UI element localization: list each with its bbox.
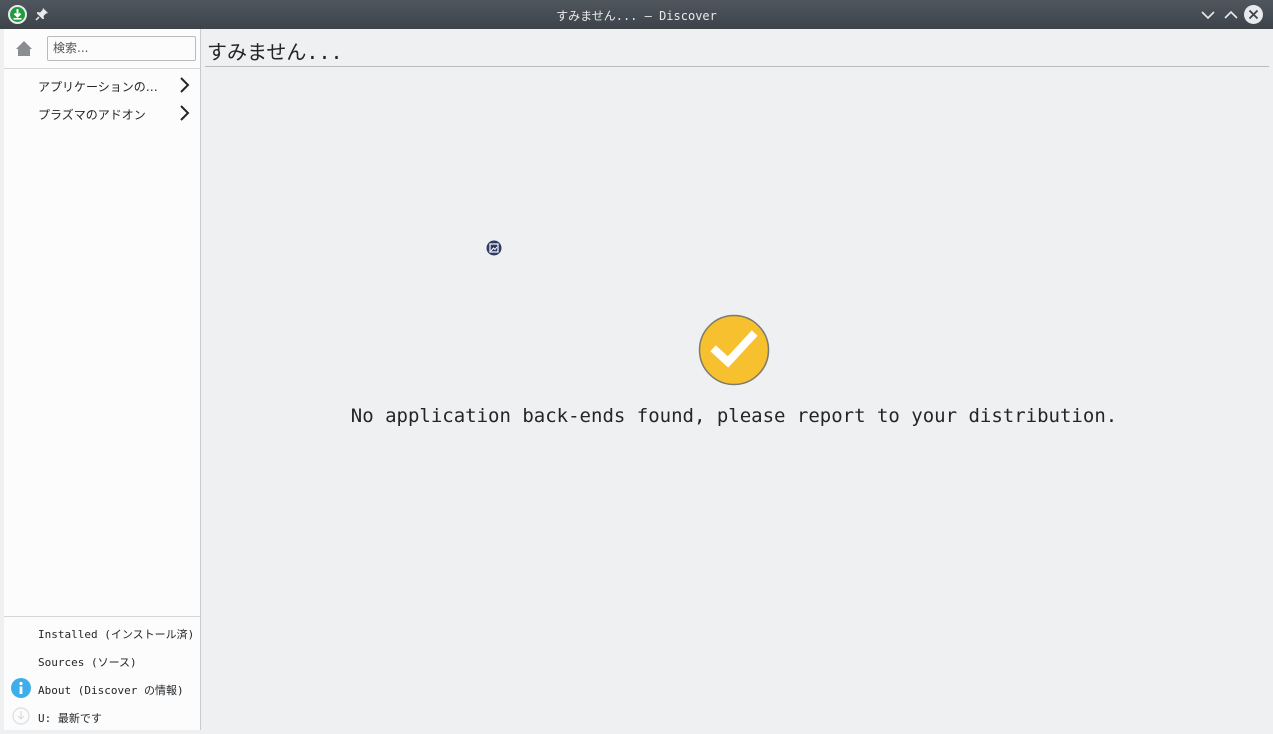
sidebar-item-applications[interactable]: アプリケーションの… xyxy=(4,71,200,99)
sidebar-item-label: Sources (ソース) xyxy=(38,656,137,669)
search-input[interactable]: 検索... xyxy=(47,36,196,61)
sidebar-item-update[interactable]: U: 最新です xyxy=(4,702,200,730)
page-title: すみません... xyxy=(207,40,343,64)
info-icon xyxy=(11,678,31,698)
checkmark-icon xyxy=(698,314,770,386)
sidebar-item-label: Installed (インストール済) xyxy=(38,628,195,641)
sidebar-item-about[interactable]: About (Discover の情報) xyxy=(4,674,200,702)
sidebar-item-label: アプリケーションの… xyxy=(38,80,158,94)
sidebar-item-label: U: 最新です xyxy=(38,712,102,725)
update-icon xyxy=(12,707,30,725)
sidebar-item-sources[interactable]: Sources (ソース) xyxy=(4,646,200,674)
chevron-right-icon xyxy=(180,105,190,121)
sidebar-item-plasma-addons[interactable]: プラズマのアドオン xyxy=(4,99,200,127)
sidebar-item-installed[interactable]: Installed (インストール済) xyxy=(4,618,200,646)
sidebar: 検索... アプリケーションの… プラズマのアドオン Installed (イン… xyxy=(4,29,201,730)
main-content: すみません... No application back-ends found,… xyxy=(201,29,1273,734)
divider xyxy=(4,616,200,617)
window-title: すみません... — Discover xyxy=(556,9,717,23)
chevron-right-icon xyxy=(180,77,190,93)
empty-state-message: No application back-ends found, please r… xyxy=(350,405,1118,427)
window-titlebar[interactable]: すみません... — Discover xyxy=(0,0,1273,29)
home-icon[interactable] xyxy=(14,39,34,59)
maximize-button[interactable] xyxy=(1222,6,1240,24)
minimize-button[interactable] xyxy=(1199,6,1217,24)
divider xyxy=(205,66,1269,67)
placeholder-image-icon xyxy=(486,240,502,256)
sidebar-item-label: プラズマのアドオン xyxy=(38,108,146,122)
divider xyxy=(4,68,200,69)
close-icon xyxy=(1248,9,1259,20)
sidebar-item-label: About (Discover の情報) xyxy=(38,684,184,697)
close-button[interactable] xyxy=(1244,5,1263,24)
